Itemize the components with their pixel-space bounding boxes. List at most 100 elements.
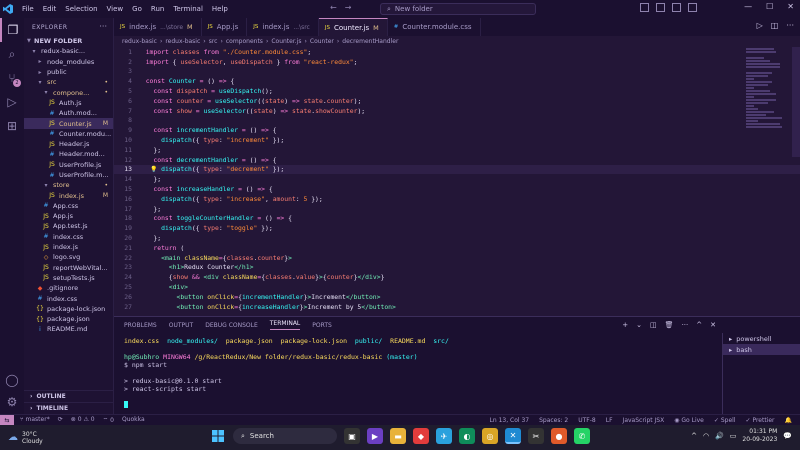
- menu-item-selection[interactable]: Selection: [65, 5, 97, 13]
- media-app-icon[interactable]: ◆: [413, 428, 429, 444]
- encoding[interactable]: UTF-8: [578, 417, 596, 424]
- terminal-output[interactable]: index.css node_modules/ package.json pac…: [124, 337, 714, 413]
- terminal-instance-bash[interactable]: ▸ bash: [723, 344, 800, 355]
- close-icon[interactable]: ✕: [787, 2, 794, 11]
- more-actions-icon[interactable]: ···: [682, 321, 689, 329]
- forward-arrow-icon[interactable]: →: [345, 3, 352, 12]
- menu-item-view[interactable]: View: [107, 5, 124, 13]
- quokka-item[interactable]: Quokka: [122, 416, 145, 424]
- file-explorer-icon[interactable]: ▬: [390, 428, 406, 444]
- tree-item[interactable]: JS reportWebVital...: [24, 263, 113, 273]
- lightbulb-icon[interactable]: 💡: [150, 166, 157, 173]
- tab-counter-module-css[interactable]: # Counter.module.css: [388, 18, 481, 36]
- tree-item[interactable]: JS setupTests.js: [24, 273, 113, 283]
- volume-icon[interactable]: 🔊: [715, 432, 724, 440]
- vscode-taskbar-icon[interactable]: ✕: [505, 428, 521, 444]
- tree-item[interactable]: {} package.json: [24, 314, 113, 324]
- tab-app-js[interactable]: JS App.js: [202, 18, 248, 36]
- tree-item[interactable]: ▸ public: [24, 67, 113, 77]
- clock[interactable]: 01:31 PM 20-09-2023: [742, 428, 777, 444]
- breadcrumb-item[interactable]: decrementHandler: [342, 38, 398, 45]
- tree-item[interactable]: JS App.test.js: [24, 221, 113, 231]
- weather-widget[interactable]: ☁ 30°C Cloudy: [8, 431, 43, 445]
- timeline-section[interactable]: › TIMELINE: [24, 402, 114, 413]
- more-actions-icon[interactable]: ···: [99, 22, 107, 31]
- toggle-sidebar-icon[interactable]: [640, 3, 649, 12]
- chrome-icon[interactable]: ◎: [482, 428, 498, 444]
- tree-item[interactable]: # index.css: [24, 293, 113, 303]
- panel-tab-debug-console[interactable]: DEBUG CONSOLE: [205, 322, 258, 329]
- branch-item[interactable]: ⑂ master*: [20, 416, 50, 424]
- remote-icon[interactable]: ⇆: [0, 414, 14, 426]
- outline-section[interactable]: › OUTLINE: [24, 390, 114, 401]
- tree-item[interactable]: ◇ logo.svg: [24, 252, 113, 262]
- tree-item[interactable]: ▾ redux-basic...: [24, 46, 113, 56]
- tree-item[interactable]: JS Header.js: [24, 139, 113, 149]
- tree-item[interactable]: ▸ node_modules: [24, 57, 113, 67]
- notification-center-icon[interactable]: 💬: [783, 432, 792, 440]
- customize-layout-icon[interactable]: [688, 3, 697, 12]
- cursor-position[interactable]: Ln 13, Col 37: [490, 417, 530, 424]
- meet-icon[interactable]: ▶: [367, 428, 383, 444]
- tab-counter-js[interactable]: JS Counter.js M: [318, 18, 388, 36]
- snipping-tool-icon[interactable]: ✂: [528, 428, 544, 444]
- split-terminal-icon[interactable]: ◫: [650, 321, 657, 329]
- language-mode[interactable]: JavaScript JSX: [623, 417, 665, 424]
- tab-index-js[interactable]: JS index.js ...\src: [247, 18, 319, 36]
- tree-item[interactable]: ▾ src •: [24, 77, 113, 87]
- tree-item[interactable]: # Header.mod...: [24, 149, 113, 159]
- panel-tab-output[interactable]: OUTPUT: [169, 322, 193, 329]
- run-icon[interactable]: ▷: [757, 21, 763, 30]
- terminal-instance-powershell[interactable]: ▸ powershell: [723, 333, 800, 344]
- tree-item[interactable]: i README.md: [24, 324, 113, 334]
- panel-tab-terminal[interactable]: TERMINAL: [269, 320, 301, 330]
- minimize-icon[interactable]: —: [744, 2, 752, 11]
- task-view-icon[interactable]: ▣: [344, 428, 360, 444]
- windows-start-icon[interactable]: [210, 428, 226, 444]
- tree-item[interactable]: JS index.js: [24, 242, 113, 252]
- breadcrumb-item[interactable]: components: [226, 38, 263, 45]
- extensions-icon[interactable]: ⊞: [0, 114, 24, 138]
- menu-item-help[interactable]: Help: [212, 5, 228, 13]
- close-icon[interactable]: ✕: [710, 321, 716, 329]
- explorer-icon[interactable]: ❐: [0, 18, 24, 42]
- breadcrumb-item[interactable]: src: [209, 38, 218, 45]
- tree-item[interactable]: # Auth.mod...: [24, 108, 113, 118]
- battery-icon[interactable]: ▭: [730, 432, 737, 440]
- tree-item[interactable]: JS Auth.js: [24, 98, 113, 108]
- tree-item[interactable]: # Counter.modu...: [24, 129, 113, 139]
- tree-item[interactable]: {} package-lock.json: [24, 304, 113, 314]
- tree-item[interactable]: JS Counter.js M: [24, 118, 113, 129]
- sync-icon[interactable]: ⟳: [58, 416, 63, 424]
- breadcrumb-item[interactable]: redux-basic: [122, 38, 157, 45]
- back-arrow-icon[interactable]: ←: [330, 3, 337, 12]
- tree-root[interactable]: ▼ NEW FOLDER: [24, 36, 113, 46]
- tree-item[interactable]: # index.css: [24, 232, 113, 242]
- tree-item[interactable]: # UserProfile.m...: [24, 170, 113, 180]
- wifi-icon[interactable]: ◠: [703, 432, 709, 440]
- chevron-down-icon[interactable]: ⌄: [636, 321, 642, 329]
- tree-item[interactable]: JS App.js: [24, 211, 113, 221]
- go-live-item[interactable]: ◉ Go Live: [674, 417, 704, 424]
- toggle-panel-icon[interactable]: [656, 3, 665, 12]
- breadcrumb-item[interactable]: Counter.js: [271, 38, 301, 45]
- postman-icon[interactable]: ●: [551, 428, 567, 444]
- menu-item-edit[interactable]: Edit: [43, 5, 57, 13]
- telegram-icon[interactable]: ✈: [436, 428, 452, 444]
- taskbar-search[interactable]: ⌕ Search: [233, 428, 337, 444]
- command-center-search[interactable]: ⌕ New folder: [380, 3, 536, 15]
- tree-item[interactable]: ▾ store •: [24, 180, 113, 190]
- tree-item[interactable]: ◆ .gitignore: [24, 283, 113, 293]
- panel-tab-problems[interactable]: PROBLEMS: [124, 322, 157, 329]
- edge-icon[interactable]: ◐: [459, 428, 475, 444]
- tree-item[interactable]: JS index.js M: [24, 190, 113, 200]
- menu-item-run[interactable]: Run: [151, 5, 164, 13]
- tab-index-js[interactable]: JS index.js ...\store M: [114, 18, 202, 36]
- toggle-secondary-sidebar-icon[interactable]: [672, 3, 681, 12]
- tree-item[interactable]: ▾ compone... •: [24, 87, 113, 97]
- new-terminal-icon[interactable]: +: [622, 321, 628, 329]
- menu-item-file[interactable]: File: [22, 5, 34, 13]
- panel-tab-ports[interactable]: PORTS: [312, 322, 332, 329]
- ports-item[interactable]: ⌔ 0: [103, 416, 114, 424]
- source-control-icon[interactable]: ⑂ 2: [0, 66, 24, 90]
